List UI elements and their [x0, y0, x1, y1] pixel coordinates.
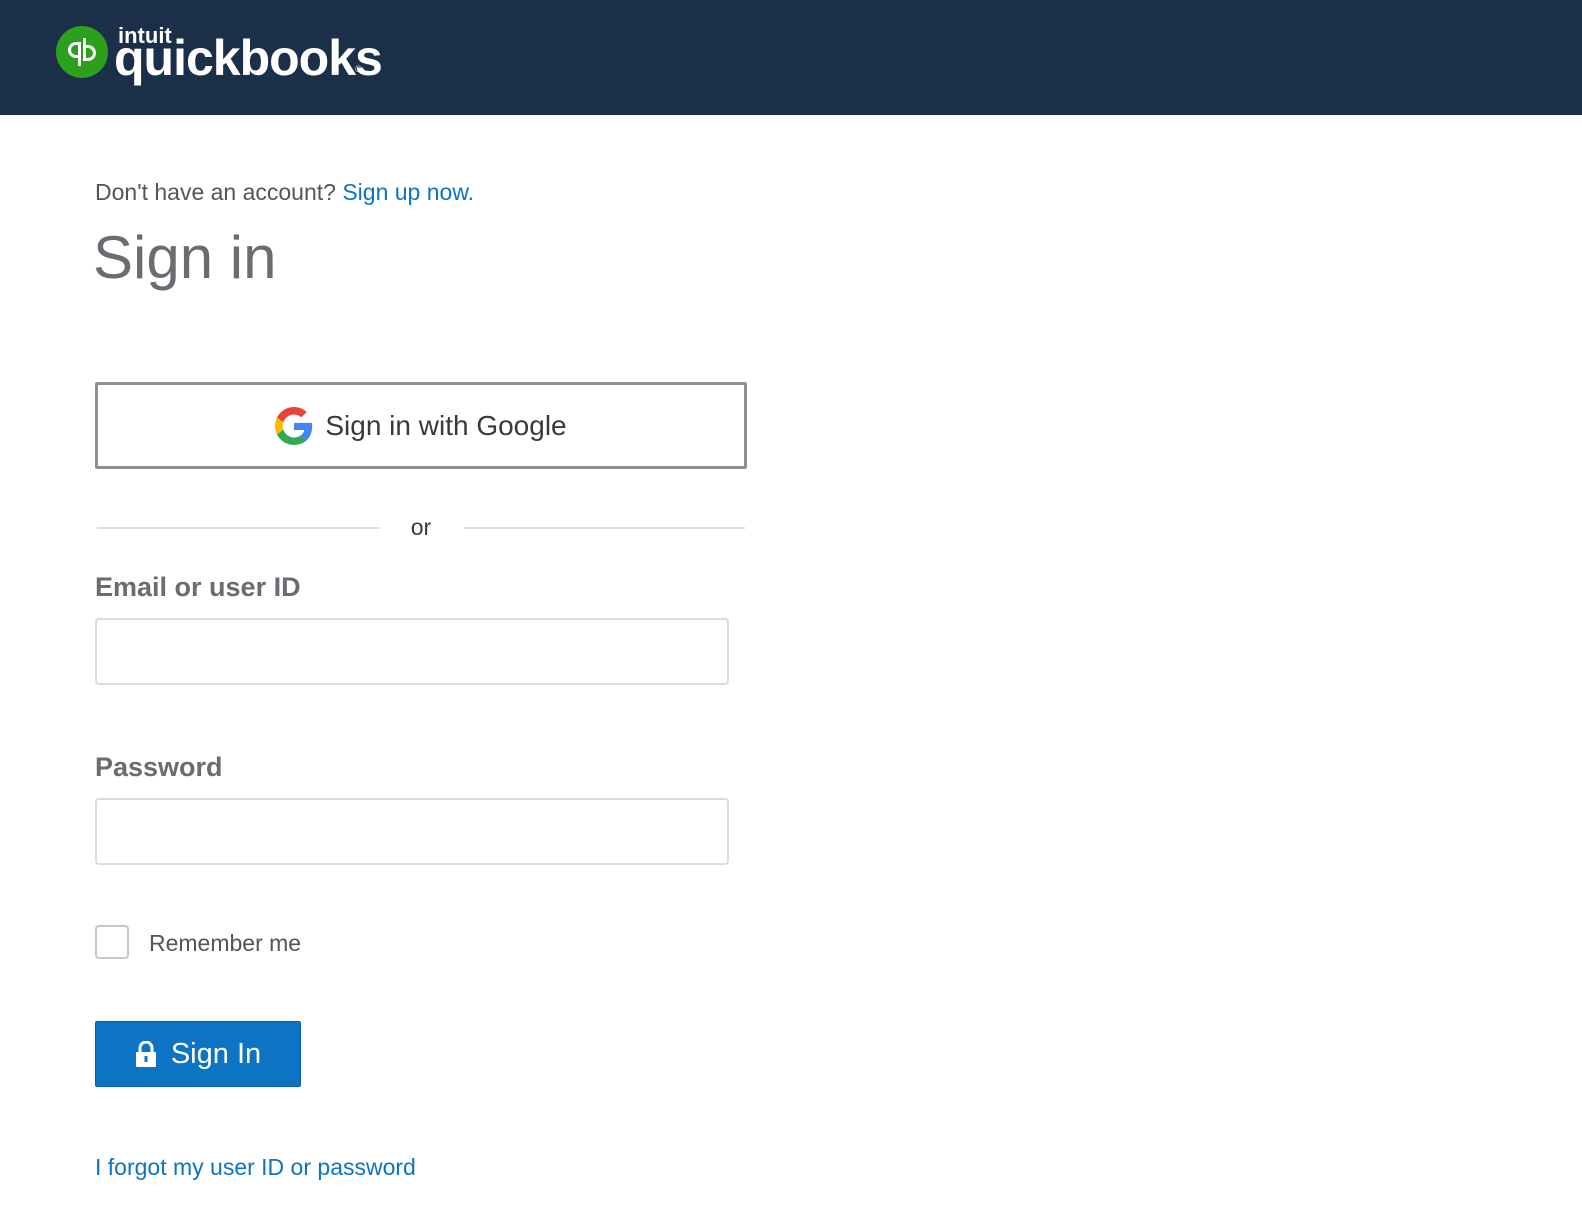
sign-in-button-label: Sign In	[170, 1037, 262, 1070]
email-field-label: Email or user ID	[95, 572, 301, 602]
signup-link[interactable]: Sign up now.	[342, 179, 474, 205]
top-header-bar: intuit quickbooks ®	[0, 0, 1582, 115]
password-field-label: Password	[95, 752, 223, 782]
page-title: Sign in	[93, 224, 277, 291]
signup-prompt: Don't have an account? Sign up now.	[95, 177, 474, 207]
divider-line-right	[464, 527, 745, 529]
quickbooks-wordmark: quickbooks	[114, 30, 383, 86]
signup-prompt-text: Don't have an account?	[95, 179, 336, 205]
sign-in-with-google-button[interactable]: Sign in with Google	[95, 382, 747, 469]
email-field[interactable]	[95, 618, 729, 685]
remember-me-checkbox[interactable]	[95, 925, 129, 959]
google-button-label: Sign in with Google	[325, 409, 567, 441]
divider-line-left	[97, 527, 379, 529]
divider-or-text: or	[410, 514, 432, 540]
remember-me-label[interactable]: Remember me	[149, 927, 301, 959]
quickbooks-logo-icon	[56, 26, 108, 78]
password-field[interactable]	[95, 798, 729, 865]
google-icon	[275, 406, 313, 445]
sign-in-button[interactable]: Sign In	[95, 1021, 301, 1087]
lock-icon	[135, 1040, 157, 1067]
registered-mark: ®	[355, 64, 362, 74]
forgot-credentials-link[interactable]: I forgot my user ID or password	[95, 1152, 416, 1182]
